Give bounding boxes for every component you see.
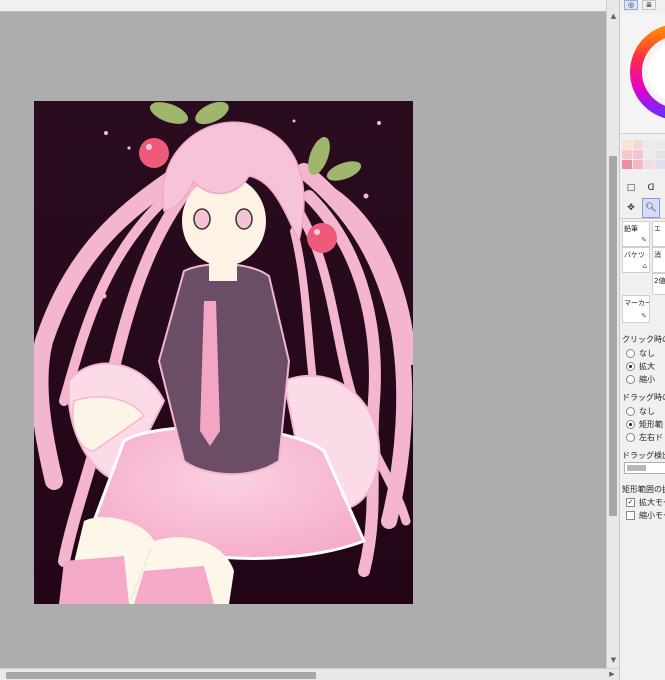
brush-pencil[interactable]: 鉛筆 ✎	[622, 221, 650, 247]
color-swatch[interactable]	[622, 150, 632, 159]
brush-eraser-2[interactable]: 消	[652, 247, 665, 273]
option-label: なし	[639, 406, 655, 416]
checkbox-icon[interactable]	[626, 510, 635, 520]
color-swatch[interactable]	[655, 140, 665, 149]
horizontal-scroll-thumb[interactable]	[6, 672, 316, 679]
left-eye	[193, 208, 211, 230]
bucket-icon: ⌂	[642, 262, 647, 270]
scroll-down-arrow-icon[interactable]: ▼	[608, 654, 619, 666]
right-stocking	[134, 566, 214, 604]
radio-icon[interactable]	[626, 348, 635, 358]
color-swatch[interactable]	[655, 150, 665, 159]
rect-range-title: 矩形範囲の拡	[622, 485, 665, 494]
vest	[157, 263, 291, 476]
drag-option-horizontal[interactable]: 左右ド	[626, 431, 663, 443]
rect-range-zoom-in[interactable]: ✓ 拡大モー	[626, 496, 665, 508]
color-wheel-icon[interactable]	[620, 14, 665, 134]
drag-detect-slider[interactable]	[624, 462, 665, 474]
check-label: 拡大モー	[639, 497, 665, 507]
radio-icon[interactable]	[626, 374, 635, 384]
color-wheel-panel[interactable]	[620, 14, 665, 134]
radio-selected-icon[interactable]	[626, 419, 635, 429]
click-option-zoom-out[interactable]: 縮小	[626, 373, 655, 385]
pencil-icon: ✎	[641, 236, 647, 244]
click-option-zoom-in[interactable]: 拡大	[626, 360, 655, 372]
tool-row-1: □ ᗡ	[620, 178, 665, 200]
click-option-none[interactable]: なし	[626, 347, 655, 359]
radio-icon[interactable]	[626, 432, 635, 442]
horizontal-scrollbar[interactable]: ▶	[0, 668, 619, 680]
color-swatch[interactable]	[644, 150, 654, 159]
color-swatch[interactable]	[644, 160, 654, 169]
tool-row-2: ✥ 🔍︎	[620, 198, 665, 220]
option-label: 矩形範	[639, 419, 663, 429]
right-panel: ◎ ≣ □ ᗡ ✥ 🔍︎ 鉛筆 ✎ エ バケツ ⌂ 消 2値 マーカー ✎ クリ…	[619, 0, 665, 680]
right-eye	[235, 208, 253, 230]
artwork-canvas[interactable]	[34, 101, 413, 604]
drag-option-rect[interactable]: 矩形範	[626, 418, 663, 430]
brush-label: エ	[654, 225, 661, 233]
color-swatch[interactable]	[622, 140, 632, 149]
zoom-icon[interactable]: 🔍︎	[642, 198, 660, 218]
brush-marker[interactable]: マーカー ✎	[622, 295, 650, 323]
color-swatch[interactable]	[633, 140, 643, 149]
click-action-title: クリック時の操	[622, 335, 665, 344]
check-label: 縮小モー	[639, 510, 665, 520]
brush-label: マーカー	[624, 299, 650, 307]
option-label: 左右ド	[639, 432, 663, 442]
left-stocking	[59, 556, 129, 604]
brush-bucket[interactable]: バケツ ⌂	[622, 247, 650, 273]
lasso-icon[interactable]: ᗡ	[642, 178, 660, 198]
canvas-area[interactable]	[0, 12, 606, 668]
brush-grid: 鉛筆 ✎ エ バケツ ⌂ 消 2値 マーカー ✎	[620, 218, 665, 328]
option-label: 拡大	[639, 361, 655, 371]
brush-label: 鉛筆	[624, 225, 638, 233]
layers-icon[interactable]: ≣	[642, 0, 656, 10]
brush-label: バケツ	[624, 251, 645, 259]
rect-select-icon[interactable]: □	[622, 178, 640, 198]
option-label: 縮小	[639, 374, 655, 384]
checkbox-checked-icon[interactable]: ✓	[626, 497, 635, 507]
rect-range-zoom-out[interactable]: 縮小モー	[626, 509, 665, 521]
vertical-scrollbar[interactable]: ▲ ▼	[606, 0, 619, 668]
color-swatch[interactable]	[644, 140, 654, 149]
brush-eraser[interactable]: エ	[652, 221, 665, 247]
vertical-scroll-thumb[interactable]	[609, 156, 617, 516]
option-label: なし	[639, 348, 655, 358]
brush-label: 2値	[654, 277, 665, 285]
color-swatch[interactable]	[622, 160, 632, 169]
scroll-up-arrow-icon[interactable]: ▲	[608, 10, 619, 22]
color-circle-icon[interactable]: ◎	[624, 0, 638, 10]
scroll-right-arrow-icon[interactable]: ▶	[607, 669, 617, 680]
brush-binary[interactable]: 2値	[652, 273, 665, 295]
color-swatch[interactable]	[633, 150, 643, 159]
drag-action-title: ドラッグ時の操	[622, 393, 665, 402]
slider-fill	[627, 465, 646, 471]
color-swatch[interactable]	[633, 160, 643, 169]
radio-icon[interactable]	[626, 406, 635, 416]
drag-detect-title: ドラッグ検出距	[622, 451, 665, 460]
drag-option-none[interactable]: なし	[626, 405, 655, 417]
color-swatches[interactable]	[622, 140, 665, 170]
brush-label: 消	[654, 251, 661, 259]
app-window: ▲ ▼ ▶ ◎ ≣ □ ᗡ ✥ 🔍︎ 鉛筆 ✎ エ バケツ ⌂ 消 2値 マーカ…	[0, 0, 665, 680]
top-toolbar-strip	[0, 0, 606, 12]
radio-selected-icon[interactable]	[626, 361, 635, 371]
color-swatch[interactable]	[655, 160, 665, 169]
marker-icon: ✎	[641, 312, 647, 320]
move-icon[interactable]: ✥	[622, 198, 640, 218]
